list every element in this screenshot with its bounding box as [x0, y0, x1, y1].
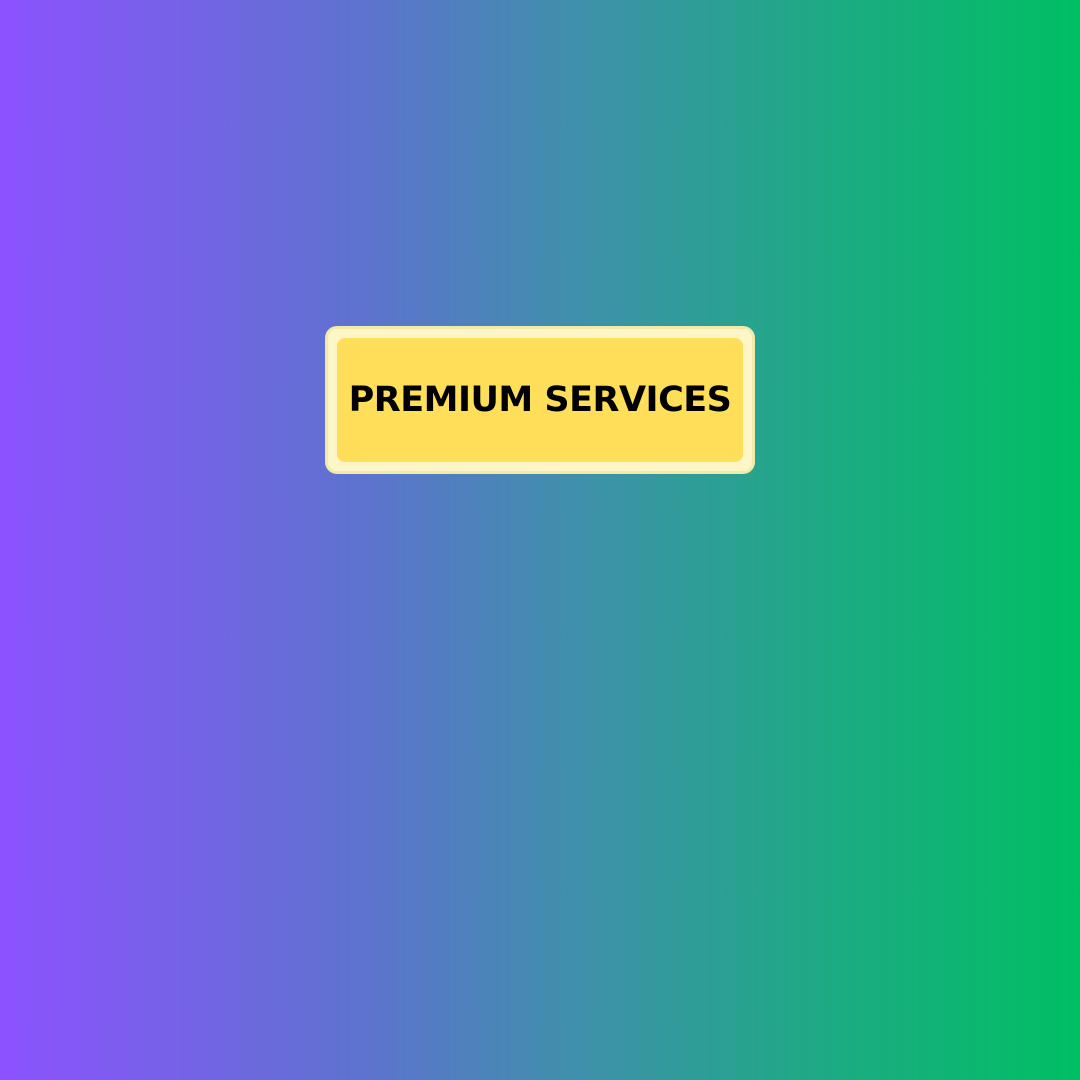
premium-services-button[interactable]: PREMIUM SERVICES: [325, 326, 755, 474]
gradient-background: PREMIUM SERVICES: [0, 0, 1080, 1080]
button-face[interactable]: PREMIUM SERVICES: [337, 338, 743, 462]
button-label: PREMIUM SERVICES: [348, 380, 732, 420]
